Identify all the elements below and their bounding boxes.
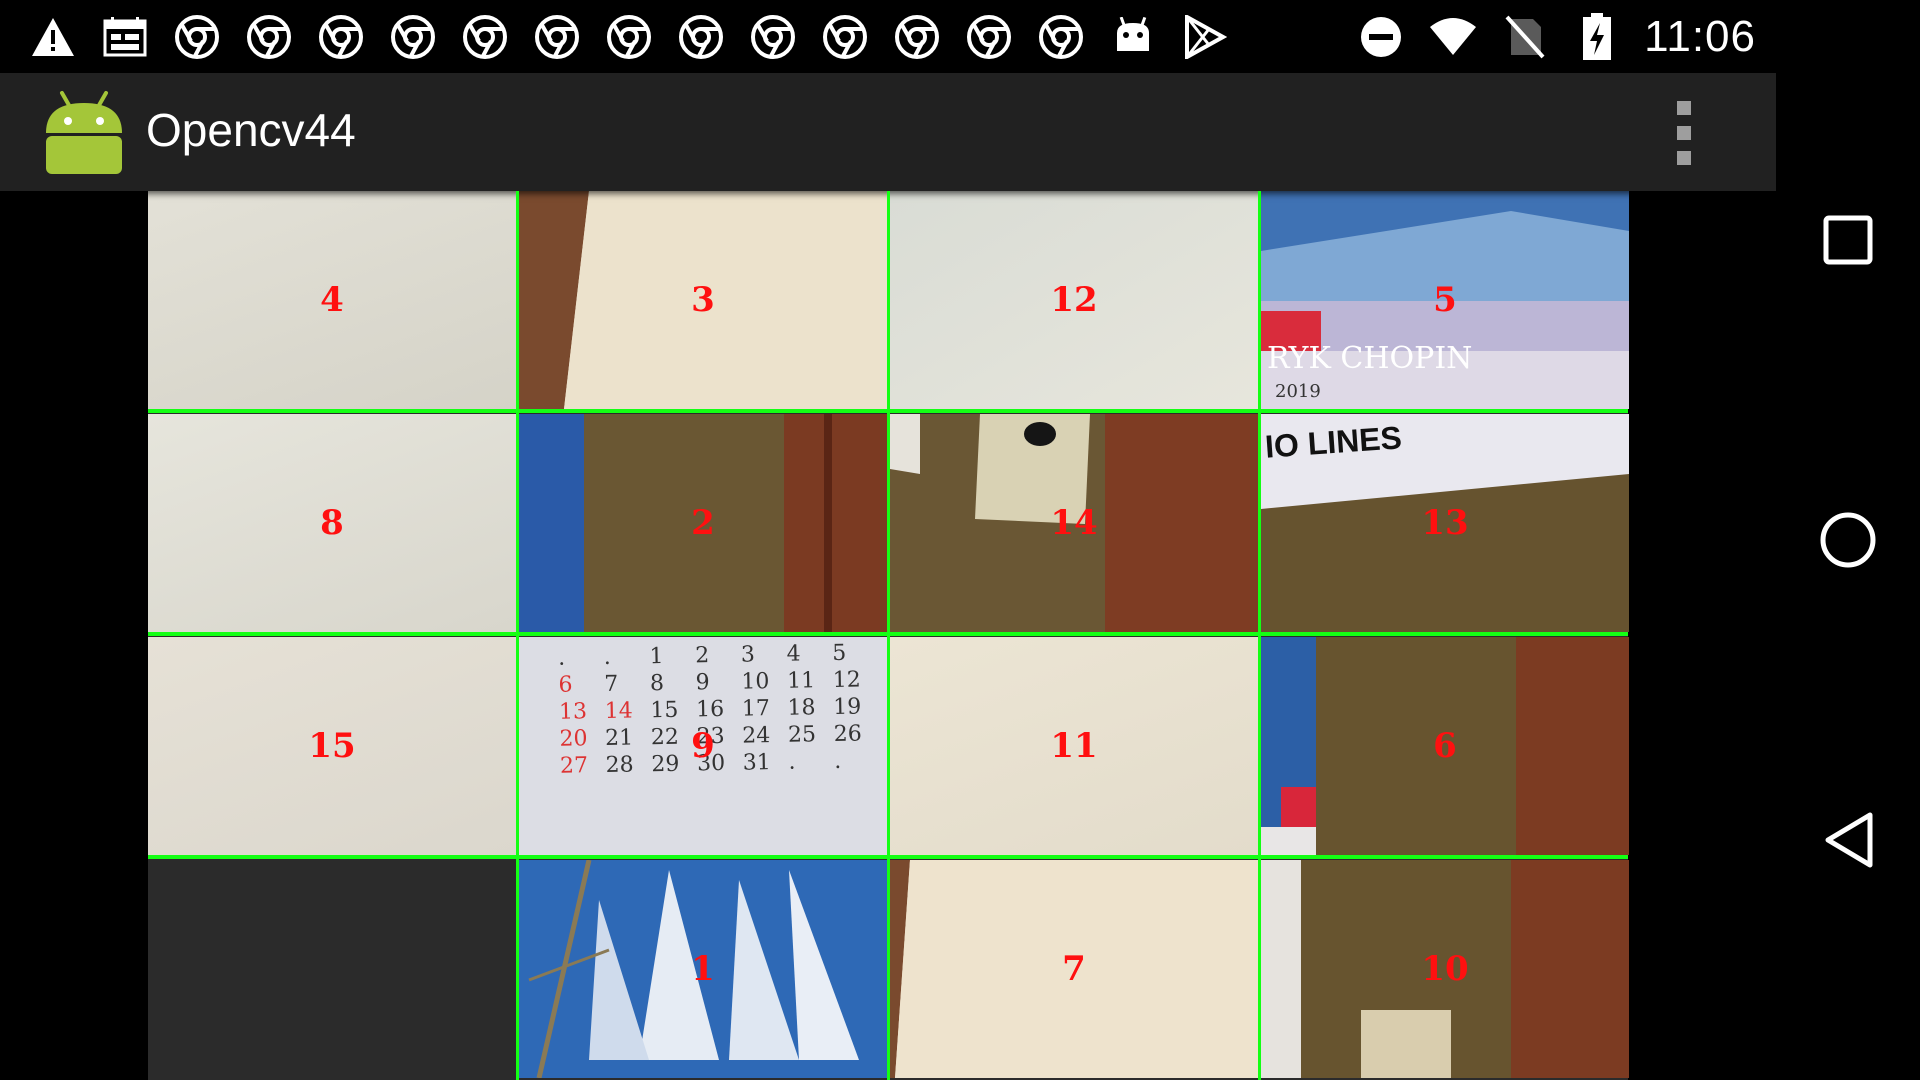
calendar-day: 3	[740, 642, 756, 668]
wifi-icon	[1428, 12, 1478, 62]
status-bar: 11:06	[0, 0, 1776, 73]
puzzle-tile[interactable]: 1	[519, 860, 887, 1078]
puzzle-tile[interactable]: 15	[148, 637, 516, 855]
chrome-icon	[820, 12, 870, 62]
tile-number: 12	[1050, 280, 1098, 320]
recents-icon[interactable]	[1806, 198, 1890, 282]
warning-icon	[28, 12, 78, 62]
calendar-day: 4	[786, 641, 801, 667]
poster-name-text: RYK CHOPIN	[1267, 341, 1473, 376]
tile-number: 3	[691, 280, 715, 320]
empty-tile[interactable]	[148, 860, 516, 1078]
back-icon[interactable]	[1806, 798, 1890, 882]
chrome-icon	[892, 12, 942, 62]
play-store-icon	[1180, 12, 1230, 62]
menu-dot	[1677, 101, 1691, 115]
tile-number: 10	[1421, 949, 1469, 989]
calendar-day: 8	[649, 670, 665, 697]
puzzle-tile[interactable]: IO LINES 13	[1261, 414, 1629, 632]
puzzle-tile[interactable]: 3	[519, 191, 887, 409]
do-not-disturb-icon	[1356, 12, 1406, 62]
poster-year-text: 2019	[1275, 381, 1321, 402]
tile-number: 4	[320, 280, 344, 320]
chrome-icon	[388, 12, 438, 62]
calendar-icon	[100, 12, 150, 62]
calendar-day: 2	[694, 643, 710, 669]
android-logo-icon	[42, 89, 126, 175]
calendar-day: 18	[787, 695, 816, 721]
chrome-icon	[676, 12, 726, 62]
tile-number: 15	[308, 726, 356, 766]
grid-line	[148, 409, 1628, 413]
notification-icons	[28, 12, 1230, 62]
puzzle-tile[interactable]: 10	[1261, 860, 1629, 1078]
puzzle-tile[interactable]: RYK CHOPIN 2019 5	[1261, 191, 1629, 409]
navigation-bar	[1776, 0, 1920, 1080]
grid-line	[148, 855, 1628, 859]
calendar-day: 16	[695, 696, 725, 723]
action-bar: Opencv44	[0, 73, 1776, 191]
chrome-icon	[244, 12, 294, 62]
puzzle-board[interactable]: 4 3 12 RYK CHOPIN 2019 5 8 2 14 IO LINES…	[148, 191, 1629, 1080]
calendar-day: 10	[741, 669, 770, 695]
calendar-day: 6	[558, 672, 573, 698]
tile-number: 7	[1062, 949, 1086, 989]
calendar-day: 15	[650, 697, 679, 724]
calendar-day: 12	[832, 667, 862, 694]
puzzle-tile[interactable]: 11	[890, 637, 1258, 855]
calendar-day: 7	[604, 671, 619, 697]
tile-number: 1	[691, 949, 715, 989]
tile-number: 8	[320, 503, 344, 543]
chrome-icon	[748, 12, 798, 62]
tile-number: 2	[691, 503, 715, 543]
calendar-day: 11	[786, 668, 816, 694]
puzzle-tile[interactable]: 14	[890, 414, 1258, 632]
puzzle-tile[interactable]: 2	[519, 414, 887, 632]
calendar-day: 1	[649, 643, 664, 670]
clock: 11:06	[1644, 12, 1756, 61]
tile-number: 11	[1050, 726, 1098, 766]
android-debug-icon	[1108, 12, 1158, 62]
chrome-icon	[532, 12, 582, 62]
chrome-icon	[964, 12, 1014, 62]
calendar-day: 19	[833, 694, 862, 721]
home-icon[interactable]	[1806, 498, 1890, 582]
chrome-icon	[1036, 12, 1086, 62]
calendar-day: 14	[604, 698, 633, 724]
camera-view: 4 3 12 RYK CHOPIN 2019 5 8 2 14 IO LINES…	[0, 191, 1776, 1080]
puzzle-tile[interactable]: . . 1 2 3 4 5 6 7 8 9 10 11 12 13 14 15 …	[519, 637, 887, 855]
chrome-icon	[316, 12, 366, 62]
calendar-day: 5	[832, 640, 847, 667]
chrome-icon	[604, 12, 654, 62]
puzzle-tile[interactable]: 8	[148, 414, 516, 632]
tile-number: 14	[1050, 503, 1098, 543]
battery-charging-icon	[1572, 12, 1622, 62]
calendar-day: 13	[558, 699, 588, 725]
calendar-day: 9	[695, 670, 710, 696]
system-icons: 11:06	[1356, 10, 1756, 64]
calendar-day: .	[603, 644, 611, 671]
tile-number: 5	[1433, 280, 1457, 320]
puzzle-tile[interactable]: 7	[890, 860, 1258, 1078]
no-sim-icon	[1500, 12, 1550, 62]
puzzle-tile[interactable]: 4	[148, 191, 516, 409]
menu-dot	[1677, 126, 1691, 140]
app-title: Opencv44	[146, 104, 356, 156]
menu-dot	[1677, 151, 1691, 165]
chrome-icon	[172, 12, 222, 62]
more-vert-icon[interactable]	[1664, 101, 1704, 165]
calendar-day: .	[557, 645, 566, 671]
tile-number: 6	[1433, 726, 1457, 766]
puzzle-tile[interactable]: 6	[1261, 637, 1629, 855]
calendar-day: 17	[741, 696, 771, 722]
tile-number: 13	[1421, 503, 1469, 543]
puzzle-tile[interactable]: 12	[890, 191, 1258, 409]
tile-number: 9	[691, 726, 715, 766]
chrome-icon	[460, 12, 510, 62]
grid-line	[148, 632, 1628, 636]
